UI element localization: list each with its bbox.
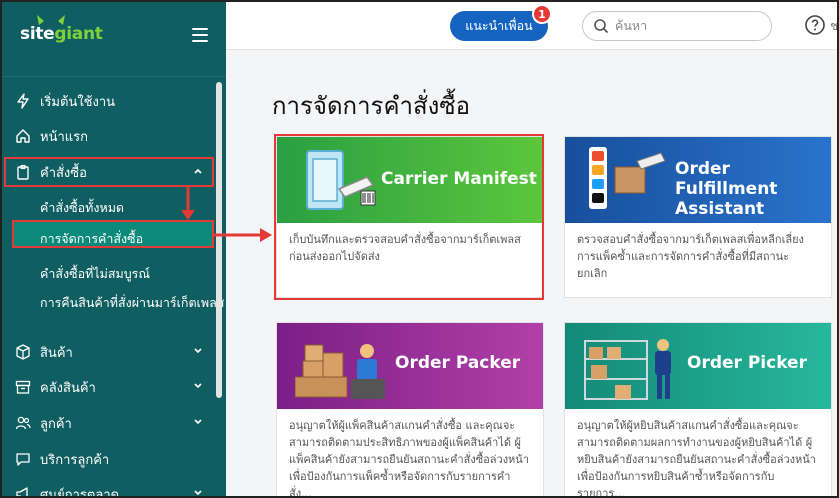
- sitegiant-logo[interactable]: sitegiant: [20, 24, 103, 44]
- search-input[interactable]: ค้นหา: [582, 11, 772, 41]
- carrier-manifest-highlight-box: [274, 134, 544, 300]
- chevron-down-icon[interactable]: [192, 416, 204, 428]
- submenu-item-all-orders[interactable]: คำสั่งซื้อทั้งหมด: [40, 198, 124, 218]
- chevron-down-icon[interactable]: [192, 487, 204, 498]
- chevron-up-icon[interactable]: [192, 165, 204, 177]
- archive-icon: [14, 378, 32, 396]
- search-icon: [594, 19, 609, 34]
- sidebar-item-label: ลูกค้า: [40, 416, 72, 432]
- search-placeholder: ค้นหา: [615, 18, 648, 33]
- box-icon: [14, 343, 32, 361]
- sidebar-item-label: หน้าแรก: [40, 129, 88, 145]
- chat-icon: [14, 450, 32, 468]
- logo-area: sitegiant: [2, 2, 226, 76]
- sidebar-item-customers[interactable]: ลูกค้า: [14, 410, 214, 436]
- home-icon: [14, 127, 32, 145]
- card-order-packer[interactable]: Order Packer อนุญาตให้ผู้แพ็คสินค้าสแกนค…: [276, 322, 544, 498]
- card-description: ตรวจสอบคำสั่งซื้อจากมาร์เก็ตเพลสเพื่อหลี…: [577, 233, 804, 280]
- submenu-item-order-management[interactable]: การจัดการคำสั่งซื้อ: [40, 229, 143, 249]
- sidebar-item-products[interactable]: สินค้า: [14, 339, 214, 365]
- bolt-icon: [14, 92, 32, 110]
- users-icon: [14, 414, 32, 432]
- card-title: Order Picker: [687, 353, 807, 373]
- sidebar-item-customer-service[interactable]: บริการลูกค้า: [14, 446, 214, 472]
- sidebar-divider: [2, 76, 226, 77]
- marketplace-apps-icon: [589, 147, 666, 209]
- megaphone-icon: [14, 485, 32, 496]
- sidebar-item-marketing-center[interactable]: ศูนย์การตลาด: [14, 481, 214, 498]
- notification-badge: 1: [532, 4, 552, 24]
- card-description: อนุญาตให้ผู้หยิบสินค้าสแกนคำสั่งซื้อและค…: [577, 419, 816, 498]
- sidebar-item-label: เริ่มต้นใช้งาน: [40, 94, 116, 110]
- sidebar-item-home[interactable]: หน้าแรก: [14, 123, 214, 149]
- chevron-down-icon[interactable]: [192, 345, 204, 357]
- annotation-arrow-down: [181, 186, 195, 220]
- sidebar: sitegiant เริ่มต้นใช้งาน หน้าแรก คำสั่งซ…: [2, 2, 226, 498]
- card-order-picker[interactable]: Order Picker อนุญาตให้ผู้หยิบสินค้าสแกนค…: [564, 322, 832, 498]
- sidebar-item-label: บริการลูกค้า: [40, 452, 110, 468]
- hamburger-menu-icon[interactable]: [192, 28, 208, 42]
- card-description: อนุญาตให้ผู้แพ็คสินค้าสแกนคำสั่งซื้อ และ…: [289, 419, 530, 498]
- card-banner: Order Packer: [277, 323, 543, 409]
- logo-text-giant: giant: [54, 24, 103, 44]
- submenu-item-incomplete-orders[interactable]: คำสั่งซื้อที่ไม่สมบูรณ์: [40, 264, 150, 284]
- sidebar-item-label: สินค้า: [40, 345, 73, 361]
- page-title: การจัดการคำสั่งซื้อ: [272, 92, 471, 120]
- sidebar-item-label: คลังสินค้า: [40, 380, 96, 396]
- help-label: ช: [830, 19, 839, 33]
- card-title: Order Packer: [395, 353, 521, 373]
- logo-text-site: site: [20, 24, 55, 44]
- card-order-fulfillment-assistant[interactable]: Order Fulfillment Assistant ตรวจสอบคำสั่…: [564, 136, 832, 298]
- topbar: แนะนำเพื่อน 1 ค้นหา ช: [226, 2, 839, 50]
- submenu-item-marketplace-returns[interactable]: การคืนสินค้าที่สั่งผ่านมาร์เก็ตเพลส: [40, 293, 224, 313]
- chevron-down-icon[interactable]: [192, 380, 204, 392]
- card-title: Order Fulfillment Assistant: [675, 159, 778, 219]
- sidebar-item-label: ศูนย์การตลาด: [40, 487, 120, 498]
- sidebar-item-orders[interactable]: คำสั่งซื้อ: [14, 159, 214, 185]
- picker-shelf-icon: [584, 339, 671, 400]
- clipboard-icon: [14, 163, 32, 181]
- sidebar-item-label: คำสั่งซื้อ: [40, 165, 87, 181]
- help-icon[interactable]: [804, 14, 826, 36]
- sidebar-item-warehouse[interactable]: คลังสินค้า: [14, 374, 214, 400]
- sidebar-item-getting-started[interactable]: เริ่มต้นใช้งาน: [14, 88, 214, 114]
- packer-boxes-icon: [295, 344, 385, 399]
- card-banner: Order Picker: [565, 323, 831, 409]
- annotation-arrow-right: [214, 228, 272, 242]
- app-window: sitegiant เริ่มต้นใช้งาน หน้าแรก คำสั่งซ…: [0, 0, 839, 498]
- card-banner: Order Fulfillment Assistant: [565, 137, 831, 223]
